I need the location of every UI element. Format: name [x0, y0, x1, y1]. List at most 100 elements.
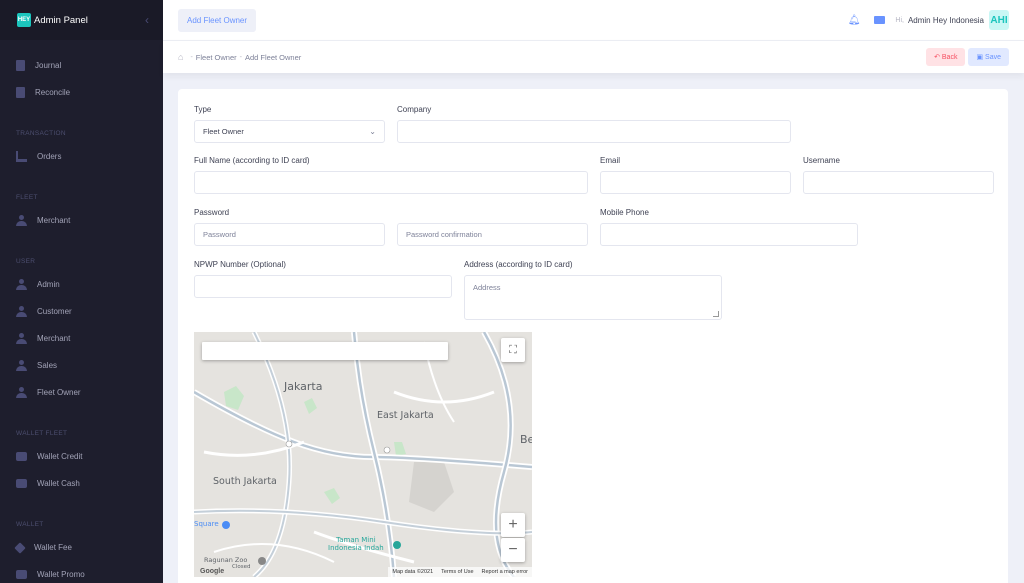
header-tab-add-fleet-owner[interactable]: Add Fleet Owner	[178, 8, 257, 32]
type-label: Type	[194, 105, 212, 114]
chevron-down-icon: ⌄	[369, 127, 376, 136]
password-label: Password	[194, 208, 230, 217]
fullname-label: Full Name (according to ID card)	[194, 156, 310, 165]
company-input[interactable]	[397, 120, 791, 143]
type-select[interactable]: Fleet Owner ⌄	[194, 120, 385, 143]
sidebar-section-transaction: TRANSACTION	[16, 130, 66, 137]
sidebar-item-orders[interactable]: Orders	[0, 143, 163, 170]
sidebar-item-label: Fleet Owner	[37, 388, 81, 397]
wallet-icon	[16, 479, 27, 488]
map-label-square: Square	[194, 520, 219, 528]
sidebar-toggle-icon[interactable]: ‹	[145, 13, 149, 27]
password-input[interactable]: Password	[194, 223, 385, 246]
save-button[interactable]: ▣ Save	[968, 48, 1009, 66]
sidebar-item-reconcile[interactable]: Reconcile	[0, 79, 163, 106]
email-input[interactable]	[600, 171, 791, 194]
brand: HEY Admin Panel ‹	[0, 0, 163, 40]
map-data-credit: Map data ©2021	[392, 569, 434, 575]
mobile-label: Mobile Phone	[600, 208, 649, 217]
sidebar-item-admin[interactable]: Admin	[0, 271, 163, 298]
sidebar-section-user: USER	[16, 258, 36, 265]
resize-handle-icon[interactable]	[713, 311, 719, 317]
breadcrumb-separator: -	[190, 53, 193, 61]
wallet-icon	[16, 452, 27, 461]
map-label-jakarta: Jakarta	[284, 380, 323, 393]
bell-icon[interactable]: 🔔︎	[848, 15, 861, 26]
map-label-be: Be	[520, 433, 532, 446]
brand-name[interactable]: Admin Panel	[34, 15, 145, 26]
type-select-value: Fleet Owner	[203, 127, 244, 136]
subheader: ⌂ - Fleet Owner - Add Fleet Owner ↶ Back…	[163, 40, 1024, 73]
address-placeholder: Address	[473, 283, 501, 292]
sidebar-item-merchant[interactable]: Merchant	[0, 325, 163, 352]
back-label: Back	[941, 54, 958, 61]
user-icon	[16, 360, 27, 371]
sidebar-item-wallet-credit[interactable]: Wallet Credit	[0, 443, 163, 470]
map-label-ragunan: Ragunan Zoo	[204, 556, 248, 564]
zoom-in-button[interactable]: +	[501, 513, 525, 537]
sidebar-item-label: Wallet Fee	[34, 543, 72, 552]
sidebar-item-label: Merchant	[37, 334, 71, 343]
password-confirmation-input[interactable]: Password confirmation	[397, 223, 588, 246]
map-report-link[interactable]: Report a map error	[482, 569, 528, 575]
map-terms-link[interactable]: Terms of Use	[441, 569, 473, 575]
npwp-label: NPWP Number (Optional)	[194, 260, 286, 269]
username-label: Username	[803, 156, 840, 165]
home-icon[interactable]: ⌂	[178, 52, 183, 62]
username-input[interactable]	[803, 171, 994, 194]
user-icon	[16, 279, 27, 290]
sidebar-section-wallet-fleet: WALLET FLEET	[16, 430, 68, 437]
npwp-input[interactable]	[194, 275, 452, 298]
sidebar-item-label: Reconcile	[35, 88, 71, 97]
back-button[interactable]: ↶ Back	[926, 48, 966, 66]
user-name[interactable]: Admin Hey Indonesia	[908, 16, 984, 25]
mobile-phone-input[interactable]	[600, 223, 858, 246]
doc-icon	[16, 87, 25, 98]
envelope-icon[interactable]	[874, 16, 886, 24]
user-icon	[16, 215, 27, 226]
greeting: Hi,	[895, 16, 904, 24]
brand-logo: HEY	[17, 13, 31, 27]
address-label: Address (according to ID card)	[464, 260, 573, 269]
tag-icon	[14, 541, 26, 554]
sidebar-item-merchant[interactable]: Merchant	[0, 207, 163, 234]
address-textarea[interactable]: Address	[464, 275, 722, 320]
breadcrumb-fleet-owner[interactable]: Fleet Owner	[196, 53, 237, 62]
sidebar-item-sales[interactable]: Sales	[0, 352, 163, 379]
cart-icon	[16, 151, 27, 162]
map-label-tmii: Taman Mini Indonesia Indah	[328, 536, 384, 552]
sidebar-item-customer[interactable]: Customer	[0, 298, 163, 325]
map-label-south-jakarta: South Jakarta	[213, 476, 277, 487]
sidebar-item-label: Admin	[37, 280, 60, 289]
sidebar-section-wallet: WALLET	[16, 521, 44, 528]
fullscreen-icon[interactable]: ⛶	[501, 338, 525, 362]
sidebar-item-label: Sales	[37, 361, 58, 370]
map-search-input[interactable]	[202, 342, 448, 360]
fullname-input[interactable]	[194, 171, 588, 194]
sidebar-item-wallet-fee[interactable]: Wallet Fee	[0, 534, 163, 561]
avatar[interactable]: AHI	[989, 10, 1009, 30]
email-label: Email	[600, 156, 621, 165]
map-label-closed: Closed	[232, 564, 251, 570]
user-icon	[16, 333, 27, 344]
user-icon	[16, 387, 27, 398]
sidebar-item-wallet-promo[interactable]: Wallet Promo	[0, 561, 163, 583]
sidebar-item-journal[interactable]: Journal	[0, 52, 163, 79]
breadcrumb-add-fleet-owner[interactable]: Add Fleet Owner	[245, 53, 301, 62]
sidebar-item-label: Wallet Credit	[37, 452, 83, 461]
form-actions: ↶ Back ▣ Save	[926, 48, 1009, 66]
wallet-icon	[16, 570, 27, 579]
zoom-out-button[interactable]: −	[501, 538, 525, 562]
google-logo: Google	[200, 568, 225, 575]
location-map[interactable]: ⛶ Jakarta East Jakarta Be South Jakarta …	[194, 332, 532, 577]
sidebar-item-fleet-owner[interactable]: Fleet Owner	[0, 379, 163, 406]
header-right: 🔔︎ Hi, Admin Hey Indonesia AHI	[848, 10, 1009, 30]
user-icon	[16, 306, 27, 317]
sidebar-item-label: Customer	[37, 307, 72, 316]
breadcrumb-separator: -	[239, 53, 242, 61]
sidebar-section-fleet: FLEET	[16, 194, 38, 201]
sidebar-item-wallet-cash[interactable]: Wallet Cash	[0, 470, 163, 497]
save-label: Save	[985, 54, 1001, 61]
back-arrow-icon: ↶	[934, 54, 940, 61]
sidebar: HEY Admin Panel ‹ Journal Reconcile TRANSA…	[0, 0, 163, 583]
